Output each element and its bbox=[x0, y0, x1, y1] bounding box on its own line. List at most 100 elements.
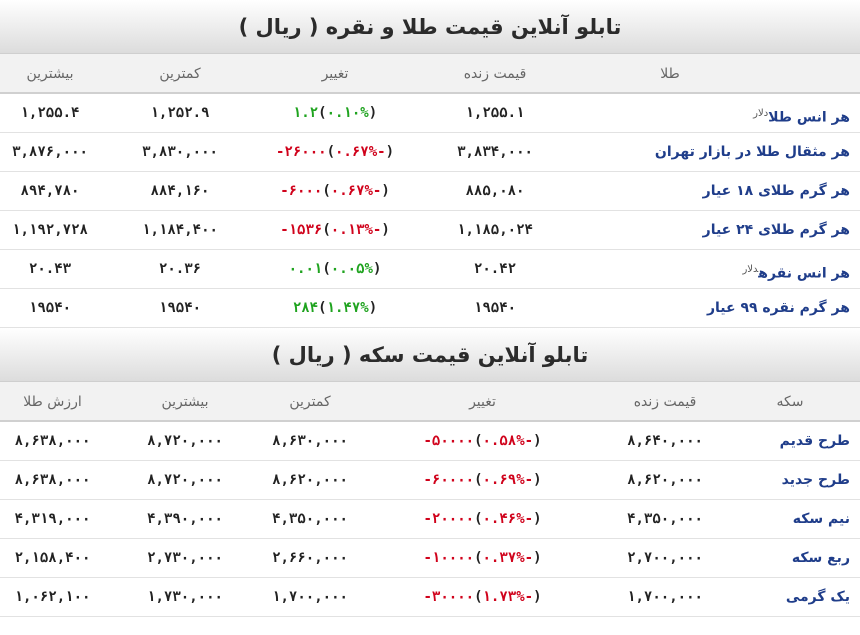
change-value: -۱۰۰۰۰ bbox=[423, 550, 475, 566]
header-coin: سکه bbox=[776, 394, 804, 410]
open-paren: ( bbox=[322, 261, 331, 277]
table-row: یک گرمی ۱,۷۰۰,۰۰۰ -۳۰۰۰۰(۱.۷۳%-) ۱,۷۰۰,۰۰۰ ۱… bbox=[0, 578, 860, 617]
item-name-text: هر مثقال طلا در بازار تهران bbox=[654, 144, 850, 160]
table-row: هر انس نقرهدلار ۲۰.۴۲ ۰.۰۱(۰.۰۵%) ۲۰.۳۶ ۲۰.۴… bbox=[0, 250, 860, 289]
change-percent: ۰.۱۳%- bbox=[330, 222, 382, 238]
gold-silver-board: تابلو آنلاین قیمت طلا و نقره ( ریال ) طل… bbox=[0, 0, 860, 328]
high-price: ۴,۳۹۰,۰۰۰ bbox=[147, 511, 223, 527]
change-value: ۱.۲ bbox=[292, 105, 319, 121]
header-gold: طلا bbox=[660, 66, 680, 82]
change-value: -۶۰۰۰۰ bbox=[423, 472, 475, 488]
header-live-price: قیمت زنده bbox=[633, 394, 697, 410]
table-row: نیم سکه ۴,۳۵۰,۰۰۰ -۲۰۰۰۰(۰.۴۶%-) ۴,۳۵۰,۰۰۰ ۴… bbox=[0, 500, 860, 539]
live-price: ۸,۶۴۰,۰۰۰ bbox=[627, 433, 703, 449]
change-cell: -۱۰۰۰۰(۰.۳۷%-) bbox=[400, 539, 565, 578]
change-value: -۱۵۳۶ bbox=[280, 222, 323, 238]
close-paren: ) bbox=[372, 261, 382, 277]
high-price: ۸,۷۲۰,۰۰۰ bbox=[147, 433, 223, 449]
item-name-text: هر انس نقره bbox=[758, 265, 850, 282]
header-change: تغییر bbox=[469, 394, 496, 410]
change-value: ۰.۰۱ bbox=[288, 261, 323, 277]
close-paren: ) bbox=[385, 144, 395, 160]
change-value: -۳۰۰۰۰ bbox=[423, 589, 475, 605]
change-percent: ۰.۱۰% bbox=[326, 105, 369, 121]
change-cell: ۱.۲(۰.۱۰%) bbox=[260, 94, 410, 133]
item-name: هر گرم طلای ۱۸ عیار bbox=[600, 172, 850, 211]
live-price: ۱,۱۸۵,۰۲۴ bbox=[457, 222, 533, 238]
change-percent: ۰.۴۶%- bbox=[482, 511, 534, 527]
high-price: ۱,۷۳۰,۰۰۰ bbox=[147, 589, 223, 605]
live-price: ۱,۲۵۵.۱ bbox=[465, 105, 525, 121]
live-price: ۲,۷۰۰,۰۰۰ bbox=[627, 550, 703, 566]
unit-label: دلار bbox=[753, 108, 769, 119]
high-price: ۲۰.۴۳ bbox=[28, 261, 72, 277]
close-paren: ) bbox=[368, 105, 378, 121]
coin-board: تابلو آنلاین قیمت سکه ( ریال ) سکه قیمت … bbox=[0, 328, 860, 617]
close-paren: ) bbox=[381, 183, 390, 199]
low-price: ۸,۶۲۰,۰۰۰ bbox=[272, 472, 348, 488]
change-percent: ۱.۴۷% bbox=[326, 300, 369, 316]
open-paren: ( bbox=[326, 144, 335, 160]
open-paren: ( bbox=[322, 183, 331, 199]
header-change: تغییر bbox=[321, 66, 349, 82]
gold-value: ۴,۳۱۹,۰۰۰ bbox=[14, 511, 91, 527]
low-price: ۴,۳۵۰,۰۰۰ bbox=[272, 511, 348, 527]
low-price: ۸,۶۳۰,۰۰۰ bbox=[272, 433, 348, 449]
close-paren: ) bbox=[533, 472, 542, 488]
header-low: کمترین bbox=[159, 66, 201, 82]
low-price: ۱,۲۵۲.۹ bbox=[150, 105, 210, 121]
change-percent: ۰.۶۹%- bbox=[482, 472, 534, 488]
table-row: هر گرم طلای ۱۸ عیار ۸۸۵,۰۸۰ -۶۰۰۰(۰.۶۷%-) ۸… bbox=[0, 172, 860, 211]
high-price: ۸۹۴,۷۸۰ bbox=[20, 183, 80, 199]
coin-board-title: تابلو آنلاین قیمت سکه ( ریال ) bbox=[0, 328, 860, 382]
item-name: هر انس طلادلار bbox=[600, 94, 850, 138]
live-price: ۴,۳۵۰,۰۰۰ bbox=[627, 511, 703, 527]
table-row: هر گرم نقره ۹۹ عیار ۱۹۵۴۰ ۲۸۴(۱.۴۷%) ۱۹۵۴۰ ۱… bbox=[0, 289, 860, 328]
change-cell: ۰.۰۱(۰.۰۵%) bbox=[260, 250, 410, 289]
item-name: هر مثقال طلا در بازار تهران bbox=[600, 133, 850, 172]
open-paren: ( bbox=[474, 511, 483, 527]
high-price: ۸,۷۲۰,۰۰۰ bbox=[147, 472, 223, 488]
change-value: -۲۰۰۰۰ bbox=[423, 511, 475, 527]
high-price: ۲,۷۳۰,۰۰۰ bbox=[147, 550, 223, 566]
item-name-text: هر گرم نقره ۹۹ عیار bbox=[706, 300, 850, 316]
low-price: ۱۹۵۴۰ bbox=[158, 300, 202, 316]
item-name-text: هر گرم طلای ۲۴ عیار bbox=[702, 222, 850, 238]
change-cell: -۱۵۳۶(۰.۱۳%-) bbox=[260, 211, 410, 250]
gold-value: ۸,۶۳۸,۰۰۰ bbox=[14, 472, 91, 488]
live-price: ۱۹۵۴۰ bbox=[473, 300, 517, 316]
coin-table-body: طرح قدیم ۸,۶۴۰,۰۰۰ -۵۰۰۰۰(۰.۵۸%-) ۸,۶۳۰,۰۰۰… bbox=[0, 422, 860, 617]
high-price: ۱,۲۵۵.۴ bbox=[20, 105, 80, 121]
header-low: کمترین bbox=[289, 394, 331, 410]
low-price: ۱,۷۰۰,۰۰۰ bbox=[272, 589, 348, 605]
change-percent: ۰.۶۷%- bbox=[335, 144, 386, 160]
close-paren: ) bbox=[533, 511, 542, 527]
change-cell: -۶۰۰۰(۰.۶۷%-) bbox=[260, 172, 410, 211]
change-percent: ۰.۶۷%- bbox=[330, 183, 382, 199]
high-price: ۱۹۵۴۰ bbox=[28, 300, 72, 316]
open-paren: ( bbox=[474, 589, 483, 605]
unit-label: دلار bbox=[742, 264, 759, 275]
open-paren: ( bbox=[474, 472, 483, 488]
open-paren: ( bbox=[474, 550, 483, 566]
item-name: هر گرم طلای ۲۴ عیار bbox=[600, 211, 850, 250]
live-price: ۸۸۵,۰۸۰ bbox=[465, 183, 525, 199]
gold-board-title: تابلو آنلاین قیمت طلا و نقره ( ریال ) bbox=[0, 0, 860, 54]
item-name: هر انس نقرهدلار bbox=[600, 250, 850, 294]
change-value: -۵۰۰۰۰ bbox=[423, 433, 475, 449]
live-price: ۳,۸۳۴,۰۰۰ bbox=[457, 144, 533, 160]
high-price: ۱,۱۹۲,۷۲۸ bbox=[12, 222, 88, 238]
coin-name: طرح قدیم bbox=[779, 433, 850, 449]
low-price: ۲,۶۶۰,۰۰۰ bbox=[272, 550, 348, 566]
change-value: -۶۰۰۰ bbox=[280, 183, 323, 199]
header-gold-value: ارزش طلا bbox=[23, 394, 82, 410]
table-row: هر انس طلادلار ۱,۲۵۵.۱ ۱.۲(۰.۱۰%) ۱,۲۵۲.۹ ۱,… bbox=[0, 94, 860, 133]
item-name-text: هر گرم طلای ۱۸ عیار bbox=[702, 183, 850, 199]
close-paren: ) bbox=[533, 550, 542, 566]
change-percent: ۰.۳۷%- bbox=[482, 550, 534, 566]
header-live-price: قیمت زنده bbox=[463, 66, 527, 82]
gold-value: ۱,۰۶۲,۱۰۰ bbox=[14, 589, 91, 605]
open-paren: ( bbox=[322, 222, 331, 238]
high-price: ۳,۸۷۶,۰۰۰ bbox=[12, 144, 88, 160]
gold-value: ۲,۱۵۸,۴۰۰ bbox=[14, 550, 91, 566]
